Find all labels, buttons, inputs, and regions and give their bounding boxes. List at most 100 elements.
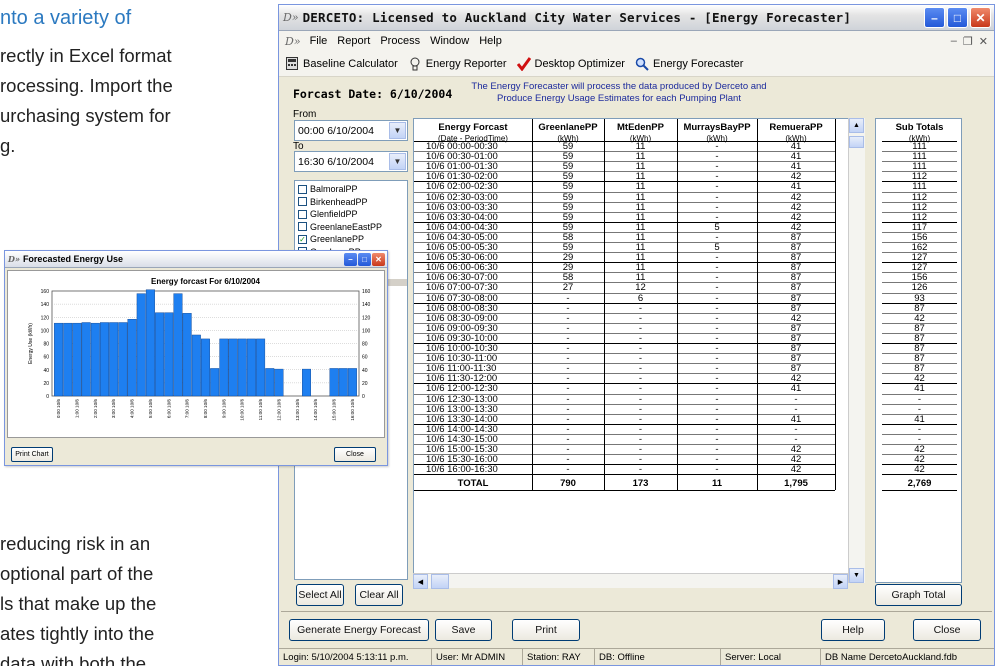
row-divider [414,302,835,304]
energy-reporter-button[interactable]: Energy Reporter [408,57,507,71]
bar [109,322,119,397]
bar [219,338,229,397]
x-tick-label: 6:00 10/6 [166,399,171,419]
column-divider [532,119,533,491]
graph-total-button[interactable]: Graph Total [875,584,962,606]
from-select[interactable]: 00:00 6/10/2004 ▼ [294,120,408,141]
print-chart-button[interactable]: Print Chart [11,447,53,462]
plant-item[interactable]: BalmoralPP [295,183,407,196]
mdi-restore-icon[interactable]: ❐ [963,35,973,48]
maximize-button[interactable]: □ [947,7,968,28]
mdi-minimize-icon[interactable]: – [951,35,957,48]
checked-checkbox-icon[interactable]: ✓ [298,234,307,244]
scroll-h-thumb[interactable] [431,574,449,589]
row-divider [414,211,835,213]
scroll-left-icon[interactable]: ◀ [413,574,428,589]
bar [63,322,73,397]
menu-window[interactable]: Window [425,35,474,47]
row-divider [882,393,957,395]
status-station: Station: RAY [523,649,595,665]
column-divider [677,119,678,491]
row-divider [882,262,957,264]
background-line: data with both the [0,653,147,666]
column-divider [757,119,758,491]
x-tick-label: 1:00 10/6 [74,399,79,419]
chart-close-button[interactable]: Close [334,447,376,462]
scroll-thumb[interactable] [849,136,864,148]
row-divider [414,312,835,314]
background-line: urchasing system for [0,105,171,126]
menu-bar: D» File Report Process Window Help – ❐ ✕ [279,31,994,51]
column-divider [835,119,836,491]
baseline-calculator-label: Baseline Calculator [303,57,398,70]
chart-minimize-button[interactable]: – [344,252,357,266]
chevron-down-icon[interactable]: ▼ [389,153,406,170]
plant-item[interactable]: GlenfieldPP [295,208,407,221]
close-button[interactable]: Close [913,619,981,641]
energy-forecaster-button[interactable]: Energy Forecaster [635,57,743,71]
chart-area: Energy forcast For 6/10/2004 0 0 20 20 40 40 60… [7,270,385,438]
checkbox-icon[interactable] [298,197,307,207]
plant-label: GreenlaneEastPP [310,221,383,232]
status-bar: Login: 5/10/2004 5:13:11 p.m. User: Mr A… [279,648,994,665]
menu-help[interactable]: Help [474,35,507,47]
calculator-icon [285,57,299,71]
y-tick-label: 0 [46,394,49,400]
checkbox-icon[interactable] [298,222,307,232]
mdi-close-icon[interactable]: ✕ [979,35,988,48]
print-button[interactable]: Print [512,619,580,641]
menu-report[interactable]: Report [332,35,375,47]
row-divider [882,363,957,365]
chevron-down-icon[interactable]: ▼ [389,122,406,139]
menu-process[interactable]: Process [375,35,425,47]
row-divider [414,454,835,456]
y-tick-label: 60 [43,355,49,361]
column-divider [604,119,605,491]
baseline-calculator-button[interactable]: Baseline Calculator [285,57,398,71]
save-button[interactable]: Save [435,619,492,641]
to-select[interactable]: 16:30 6/10/2004 ▼ [294,151,408,172]
plant-item[interactable]: BirkenheadPP [295,196,407,209]
plant-item[interactable]: GreenlaneEastPP [295,221,407,234]
status-server: Server: Local [721,649,821,665]
bar [246,338,256,397]
column-header: Energy Forcast [438,122,508,133]
checkbox-icon[interactable] [298,209,307,219]
y-tick-label-right: 80 [362,342,368,348]
plant-label: BirkenheadPP [310,196,368,207]
row-divider [414,383,835,385]
row-divider [882,302,957,304]
bar [347,368,357,397]
bar [118,322,128,397]
generate-energy-forecast-button[interactable]: Generate Energy Forecast [289,619,429,641]
row-divider [882,464,957,466]
row-divider [882,373,957,375]
minimize-button[interactable]: – [924,7,945,28]
scroll-right-icon[interactable]: ▶ [833,574,848,589]
chart-close-icon[interactable]: ✕ [372,252,385,266]
horizontal-scrollbar[interactable]: ◀ ▶ [413,573,848,589]
x-tick-label: 4:00 10/6 [130,399,135,419]
row-divider [882,403,957,405]
row-divider [414,464,835,466]
toolbar: Baseline Calculator Energy Reporter Desk… [279,51,994,77]
row-divider [882,474,957,476]
close-window-button[interactable]: ✕ [970,7,991,28]
desktop-optimizer-button[interactable]: Desktop Optimizer [516,56,625,71]
row-divider [882,231,957,233]
vertical-scrollbar[interactable]: ▲ ▼ [848,118,865,583]
chart-maximize-button[interactable]: □ [358,252,371,266]
plant-item[interactable]: ✓ GreenlanePP [295,233,407,246]
chart-window-title: Forecasted Energy Use [22,254,123,264]
x-tick-label: 11:00 10/6 [258,399,263,421]
scroll-down-icon[interactable]: ▼ [849,568,864,583]
menu-file[interactable]: File [305,35,333,47]
status-db: DB: Offline [595,649,721,665]
clear-all-button[interactable]: Clear All [355,584,403,606]
select-all-button[interactable]: Select All [296,584,344,606]
scroll-up-icon[interactable]: ▲ [849,118,864,133]
checkbox-icon[interactable] [298,184,307,194]
row-divider [882,343,957,344]
help-button[interactable]: Help [821,619,885,641]
x-tick-label: 13:00 10/6 [295,399,300,421]
